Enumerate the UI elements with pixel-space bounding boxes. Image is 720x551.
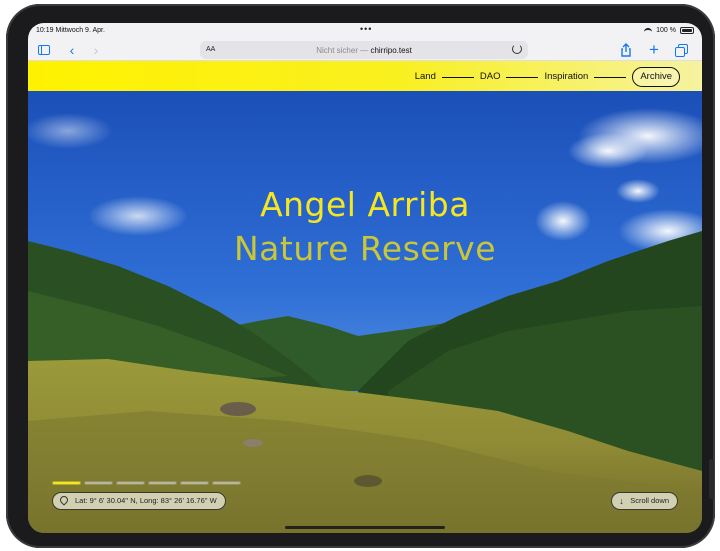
scroll-down-button[interactable]: ↓ Scroll down <box>611 492 678 510</box>
status-bar: 10:19 Mittwoch 9. Apr. ••• 100 % <box>28 23 702 39</box>
sidebar-icon[interactable] <box>36 42 52 58</box>
reload-icon[interactable] <box>512 44 522 54</box>
nav-land[interactable]: Land <box>415 68 436 86</box>
progress-segment-5[interactable] <box>180 481 209 485</box>
coordinates-text: Lat: 9° 6' 30.04'' N, Long: 83° 26' 16.7… <box>75 496 217 505</box>
progress-segment-2[interactable] <box>84 481 113 485</box>
progress-segment-6[interactable] <box>212 481 241 485</box>
nav-divider <box>506 76 539 78</box>
scroll-down-label: Scroll down <box>630 496 669 505</box>
home-indicator[interactable] <box>285 526 445 529</box>
nav-inspiration[interactable]: Inspiration <box>544 68 588 86</box>
site-nav: Land DAO Inspiration Archive <box>415 67 680 87</box>
battery-icon <box>680 27 694 34</box>
url-text: Nicht sicher — chirripo.test <box>200 46 528 55</box>
domain-label: chirripo.test <box>370 46 412 55</box>
nav-divider <box>594 76 627 78</box>
arrow-down-icon: ↓ <box>619 496 624 506</box>
landscape-photo <box>28 91 702 533</box>
side-button <box>709 459 714 499</box>
browser-toolbar: ‹ › AA Nicht sicher — chirripo.test + <box>28 39 702 61</box>
site-header: Land DAO Inspiration Archive <box>28 61 702 91</box>
progress-segment-3[interactable] <box>116 481 145 485</box>
multitasking-dots-icon[interactable]: ••• <box>360 24 372 34</box>
battery-percent: 100 % <box>656 27 676 34</box>
hero: Angel Arriba Nature Reserve Lat: 9° 6' 3… <box>28 91 702 533</box>
nav-dao[interactable]: DAO <box>480 68 501 86</box>
address-bar[interactable]: AA Nicht sicher — chirripo.test <box>200 41 528 59</box>
progress-segment-4[interactable] <box>148 481 177 485</box>
hero-title-line1: Angel Arriba <box>260 185 470 224</box>
hero-title-line2: Nature Reserve <box>233 229 497 268</box>
status-time: 10:19 Mittwoch 9. Apr. <box>36 27 105 34</box>
not-secure-label: Nicht sicher — <box>316 46 369 55</box>
nav-divider <box>441 76 474 78</box>
tab-overview-icon[interactable] <box>674 42 690 58</box>
wifi-icon <box>644 27 653 34</box>
coordinates-badge: Lat: 9° 6' 30.04'' N, Long: 83° 26' 16.7… <box>52 492 226 510</box>
progress-segment-1[interactable] <box>52 481 81 485</box>
slide-progress <box>52 481 241 485</box>
share-icon[interactable] <box>618 42 634 58</box>
screen: 10:19 Mittwoch 9. Apr. ••• 100 % ‹ › AA … <box>28 23 702 533</box>
forward-chevron-icon[interactable]: › <box>88 42 104 58</box>
nav-archive[interactable]: Archive <box>632 67 680 87</box>
status-right: 100 % <box>644 27 694 34</box>
back-chevron-icon[interactable]: ‹ <box>64 42 80 58</box>
ipad-frame: 10:19 Mittwoch 9. Apr. ••• 100 % ‹ › AA … <box>6 4 715 548</box>
location-pin-icon <box>58 494 70 506</box>
new-tab-icon[interactable]: + <box>646 41 662 58</box>
